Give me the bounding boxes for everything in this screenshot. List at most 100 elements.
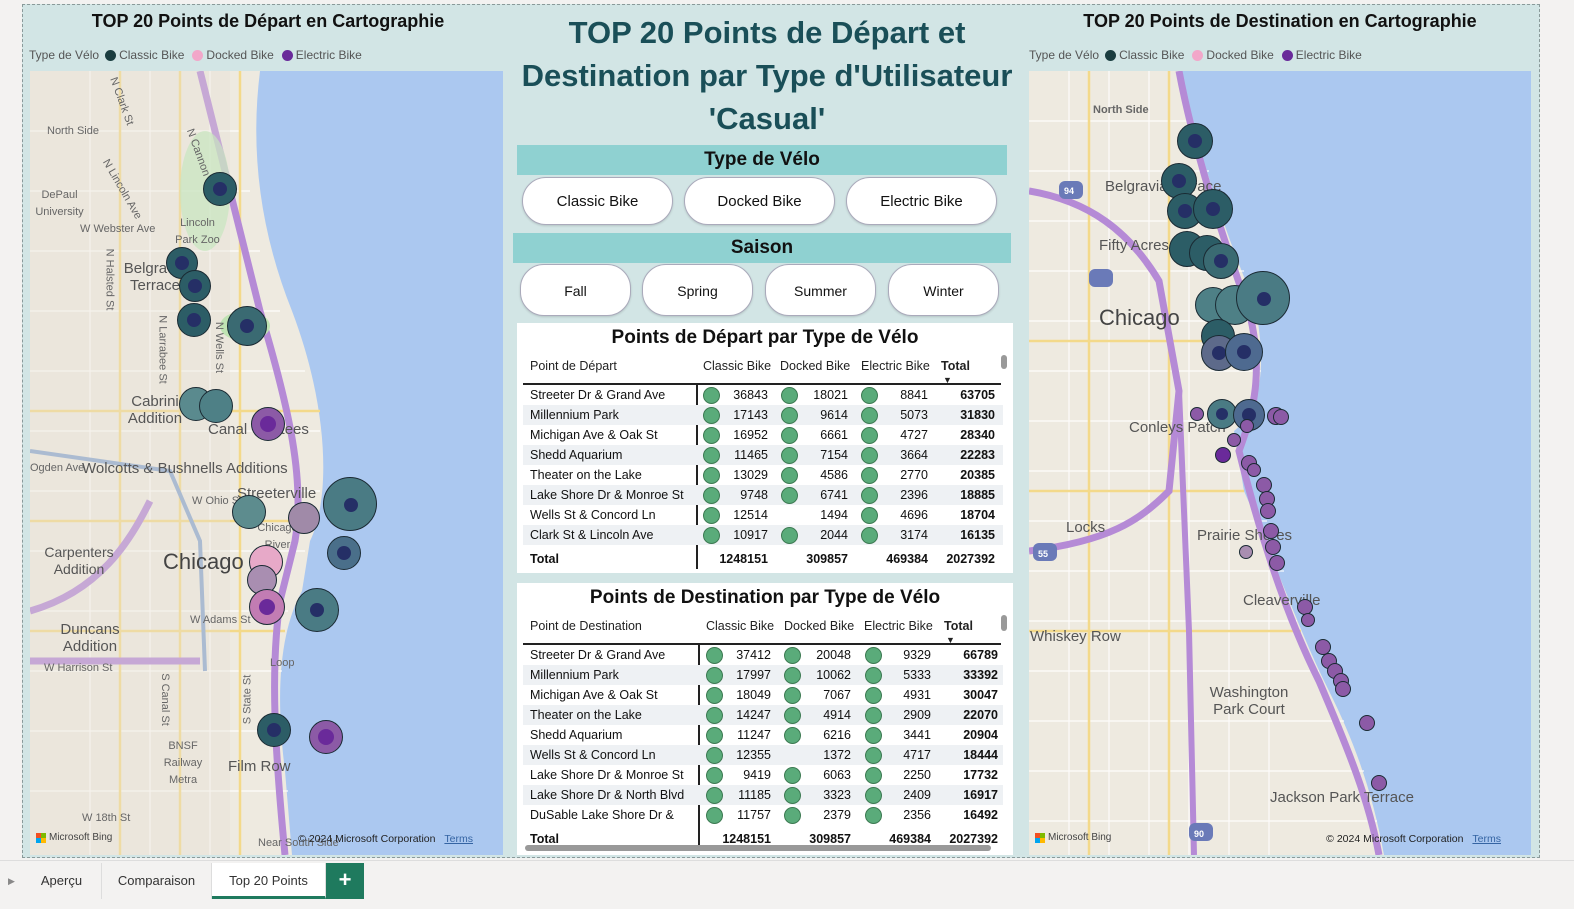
destination-bubble[interactable] [1193,189,1233,229]
column-header[interactable]: Docked Bike [780,355,850,385]
electric-value-cell: 5333 [903,668,931,682]
destination-bubble[interactable] [1240,419,1254,433]
table-scrollbar[interactable] [1001,615,1007,631]
destination-bubble[interactable] [1359,715,1375,731]
column-header[interactable]: Classic Bike [703,355,771,385]
slicer-option-spring[interactable]: Spring [642,264,753,316]
table-row[interactable]: Wells St & Concord Ln 12514 1494 4696 18704 [523,505,1003,525]
destination-bubble[interactable] [1190,407,1204,421]
table-row[interactable]: Lake Shore Dr & Monroe St 9748 6741 2396 188… [523,485,1003,505]
destination-bubble[interactable] [1239,545,1253,559]
destination-bubble[interactable] [1236,271,1290,325]
column-header[interactable]: Point de Destination [530,615,642,645]
table-row[interactable]: Theater on the Lake 13029 4586 2770 20385 [523,465,1003,485]
departure-bubble[interactable] [288,502,320,534]
slicer-option-summer[interactable]: Summer [765,264,876,316]
table-row[interactable]: Streeter Dr & Grand Ave 37412 20048 9329 667… [523,645,1003,665]
table-row[interactable]: Clark St & Lincoln Ave 10917 2044 3174 16135 [523,525,1003,545]
tab-comparaison[interactable]: Comparaison [102,863,212,899]
destination-bubble[interactable] [1227,433,1241,447]
departure-bubble[interactable] [251,407,285,441]
table-row[interactable]: Millennium Park 17997 10062 5333 33392 [523,665,1003,685]
slicer-option-electric-bike[interactable]: Electric Bike [846,177,997,225]
table-row[interactable]: Wells St & Concord Ln 12355 1372 4717 18444 [523,745,1003,765]
departure-bubble[interactable] [309,720,343,754]
destination-bubble[interactable] [1215,447,1231,463]
legend-item-electric[interactable]: Electric Bike [1281,48,1362,62]
table-row[interactable]: Streeter Dr & Grand Ave 36843 18021 8841 637… [523,385,1003,405]
departure-map-visual[interactable]: TOP 20 Points de Départ en Cartographie … [23,5,513,859]
table-row[interactable]: Shedd Aquarium 11247 6216 3441 20904 [523,725,1003,745]
destination-bubble[interactable] [1177,123,1213,159]
slicer-option-docked-bike[interactable]: Docked Bike [684,177,835,225]
departure-map[interactable]: North Side DePaul University W Webster A… [30,71,503,855]
terms-link[interactable]: Terms [1472,833,1501,845]
map-place-label: North Side [1093,104,1149,116]
departure-bubble[interactable] [179,270,211,302]
destination-bubble[interactable] [1203,243,1239,279]
departure-table[interactable]: Point de Départ Classic Bike Docked Bike… [523,355,1007,569]
destination-bubble[interactable] [1273,409,1289,425]
destination-bubble[interactable] [1247,463,1261,477]
docked-value-cell: 2044 [820,528,848,542]
status-dot-icon [784,787,801,804]
departure-bubble[interactable] [249,589,285,625]
table-row[interactable]: Lake Shore Dr & North Blvd 11185 3323 2409 1… [523,785,1003,805]
departure-bubble[interactable] [227,306,267,346]
tab-apercu[interactable]: Aperçu [22,863,102,899]
destination-bubble[interactable] [1371,775,1387,791]
destination-bubble[interactable] [1263,523,1279,539]
destination-table-visual[interactable]: Points de Destination par Type de Vélo P… [517,583,1013,855]
departure-bubble[interactable] [327,536,361,570]
departure-bubble[interactable] [295,588,339,632]
table-row[interactable]: Theater on the Lake 14247 4914 2909 22070 [523,705,1003,725]
table-row[interactable]: DuSable Lake Shore Dr & 11757 2379 2356 1649… [523,805,1003,825]
legend-item-classic[interactable]: Classic Bike [105,48,184,62]
terms-link[interactable]: Terms [444,833,473,845]
departure-bubble[interactable] [177,303,211,337]
table-scrollbar[interactable] [1001,355,1007,369]
legend-item-docked[interactable]: Docked Bike [1192,48,1274,62]
electric-value-cell: 2250 [903,768,931,782]
departure-bubble[interactable] [199,389,233,423]
departure-table-visual[interactable]: Points de Départ par Type de Vélo Point … [517,323,1013,573]
slicer-option-winter[interactable]: Winter [888,264,999,316]
destination-map[interactable]: North Side Belgravia Terrace Fifty Acres… [1029,71,1531,855]
destination-map-visual[interactable]: TOP 20 Points de Destination en Cartogra… [1021,5,1539,859]
station-name-cell: Wells St & Concord Ln [530,748,656,762]
departure-bubble[interactable] [257,713,291,747]
add-page-button[interactable]: + [326,863,364,899]
legend-item-electric[interactable]: Electric Bike [281,48,362,62]
table-row[interactable]: Michigan Ave & Oak St 16952 6661 4727 28340 [523,425,1003,445]
docked-value-cell: 4586 [820,468,848,482]
column-header[interactable]: Electric Bike [861,355,930,385]
classic-value-cell: 17143 [733,408,768,422]
destination-table[interactable]: Point de Destination Classic Bike Docked… [523,615,1007,851]
legend-item-classic[interactable]: Classic Bike [1105,48,1184,62]
column-header[interactable]: Docked Bike [784,615,854,645]
table-row[interactable]: Millennium Park 17143 9614 5073 31830 [523,405,1003,425]
status-dot-icon [861,427,878,444]
destination-bubble[interactable] [1269,555,1285,571]
destination-bubble[interactable] [1265,539,1281,555]
departure-bubble[interactable] [323,477,377,531]
column-header[interactable]: Classic Bike [706,615,774,645]
tab-scroll-left-icon[interactable]: ▶ [8,876,15,887]
slicer-option-fall[interactable]: Fall [520,264,631,316]
legend-item-docked[interactable]: Docked Bike [192,48,274,62]
departure-bubble[interactable] [203,172,237,206]
departure-bubble[interactable] [232,495,266,529]
tab-top-20-points[interactable]: Top 20 Points [212,863,326,899]
electric-value-cell: 2909 [903,708,931,722]
total-value-cell: 20904 [963,728,998,742]
column-header[interactable]: Point de Départ [530,355,617,385]
slicer-option-classic-bike[interactable]: Classic Bike [522,177,673,225]
destination-bubble[interactable] [1335,681,1351,697]
destination-bubble[interactable] [1225,333,1263,371]
table-row[interactable]: Michigan Ave & Oak St 18049 7067 4931 30047 [523,685,1003,705]
table-row[interactable]: Lake Shore Dr & Monroe St 9419 6063 2250 177… [523,765,1003,785]
destination-bubble[interactable] [1260,503,1276,519]
destination-bubble[interactable] [1301,613,1315,627]
table-row[interactable]: Shedd Aquarium 11465 7154 3664 22283 [523,445,1003,465]
column-header[interactable]: Electric Bike [864,615,933,645]
